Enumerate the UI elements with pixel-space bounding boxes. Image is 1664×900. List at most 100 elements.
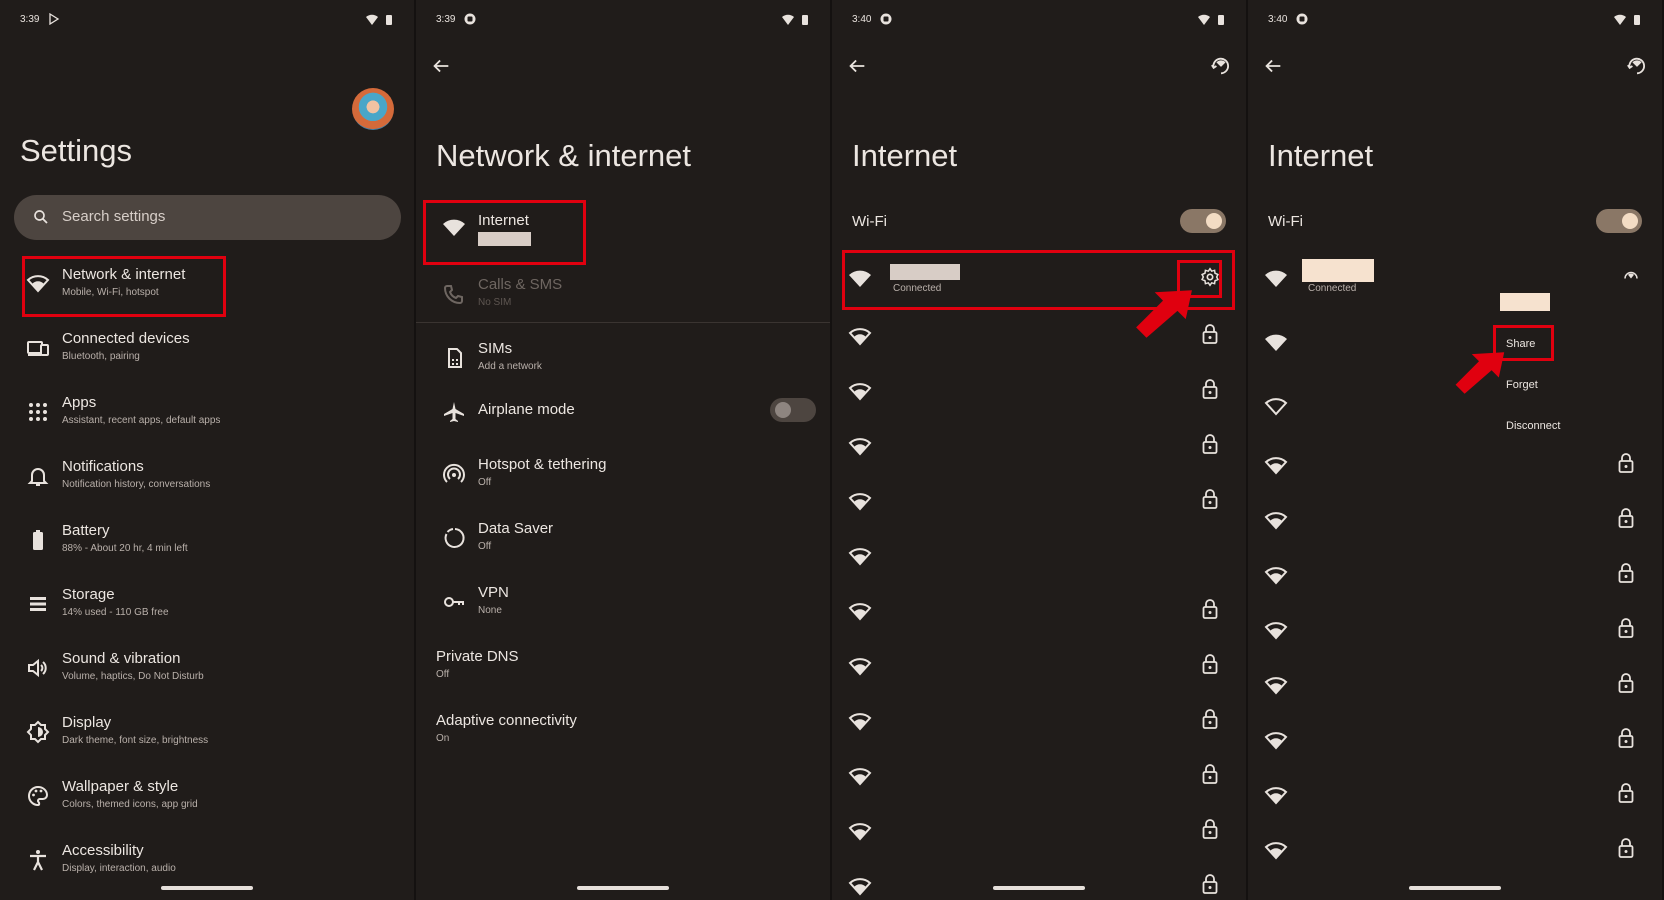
item-title: Connected devices [62,330,190,347]
wifi-signal-icon [1264,787,1288,805]
settings-item-storage[interactable]: Storage 14% used - 110 GB free [0,578,414,634]
notification-icon [880,13,892,25]
gesture-nav-bar[interactable] [577,886,669,890]
network-item-data-saver[interactable]: Data Saver Off [416,512,830,568]
wifi-signal-icon [848,658,872,676]
status-bar: 3:40 [852,13,1226,28]
item-subtitle: Notification history, conversations [62,479,211,490]
network-reset-icon[interactable] [1210,55,1232,77]
wifi-signal-icon [1264,567,1288,585]
profile-avatar[interactable] [352,88,394,130]
menu-forget[interactable]: Forget [1506,379,1538,391]
item-title: Wallpaper & style [62,778,179,795]
section-divider [416,322,830,323]
item-title: Display [62,714,112,731]
lock-icon [1618,838,1634,858]
wifi-signal-icon [848,713,872,731]
wifi-label: Wi-Fi [1268,213,1303,230]
back-arrow-icon[interactable] [430,55,452,77]
wifi-signal-icon [1264,677,1288,695]
network-item-private-dns[interactable]: Private DNS Off [416,640,830,696]
item-subtitle: Colors, themed icons, app grid [62,799,198,810]
wifi-label: Wi-Fi [852,213,887,230]
gesture-nav-bar[interactable] [993,886,1085,890]
search-bar[interactable]: Search settings [14,195,401,240]
wifi-toggle[interactable] [1596,209,1642,233]
network-item-calls-sms[interactable]: Calls & SMS No SIM [416,268,830,324]
settings-item-battery[interactable]: Battery 88% - About 20 hr, 4 min left [0,514,414,570]
devices-icon [27,341,49,356]
accessibility-icon [30,850,46,871]
item-title: Private DNS [436,648,519,665]
item-title: Storage [62,586,115,603]
wifi-signal-icon [848,768,872,786]
settings-item-connected-devices[interactable]: Connected devices Bluetooth, pairing [0,322,414,378]
item-title: Apps [62,394,97,411]
lock-icon [1202,764,1218,784]
back-arrow-icon[interactable] [846,55,868,77]
highlight-internet [423,200,586,265]
status-bar: 3:39 [20,13,394,28]
storage-icon [30,597,46,611]
brightness-icon [26,720,50,744]
page-title: Settings [20,133,133,168]
settings-item-wallpaper[interactable]: Wallpaper & style Colors, themed icons, … [0,770,414,826]
menu-disconnect[interactable]: Disconnect [1506,420,1560,432]
apps-grid-icon [29,403,47,421]
item-subtitle: Off [478,477,492,488]
settings-item-notifications[interactable]: Notifications Notification history, conv… [0,450,414,506]
item-title: Hotspot & tethering [478,456,607,473]
settings-item-accessibility[interactable]: Accessibility Display, interaction, audi… [0,834,414,890]
lock-icon [1618,563,1634,583]
lock-icon [1202,654,1218,674]
airplane-mode-toggle[interactable] [770,398,816,422]
wifi-signal-icon [848,493,872,511]
status-bar: 3:40 [1268,13,1642,28]
play-notification-icon [49,13,60,25]
toggle-knob [775,402,791,418]
network-reset-icon[interactable] [1626,55,1648,77]
lock-icon [1202,819,1218,839]
wifi-signal-icon [1264,622,1288,640]
redacted-network-name [1500,293,1550,311]
highlight-network-internet [22,256,226,317]
network-item-vpn[interactable]: VPN None [416,576,830,632]
item-subtitle: Add a network [478,361,542,372]
wifi-signal-icon [1265,270,1287,287]
wifi-toggle[interactable] [1180,209,1226,233]
lock-icon [1202,599,1218,619]
back-arrow-icon[interactable] [1262,55,1284,77]
lock-icon [1202,489,1218,509]
gesture-nav-bar[interactable] [161,886,253,890]
settings-item-sound[interactable]: Sound & vibration Volume, haptics, Do No… [0,642,414,698]
network-item-sims[interactable]: SIMs Add a network [416,332,830,388]
page-title: Internet [1268,138,1374,173]
status-time: 3:39 [436,14,456,25]
settings-item-apps[interactable]: Apps Assistant, recent apps, default app… [0,386,414,442]
search-icon [34,210,48,224]
item-title: Adaptive connectivity [436,712,577,729]
item-title: Battery [62,522,110,539]
settings-item-display[interactable]: Display Dark theme, font size, brightnes… [0,706,414,762]
network-options-menu: Share Forget Disconnect [1492,283,1662,445]
sim-card-icon [448,348,462,368]
wifi-signal-icon [848,823,872,841]
item-title: Airplane mode [478,401,575,418]
network-item-adaptive-connectivity[interactable]: Adaptive connectivity On [416,704,830,760]
search-placeholder: Search settings [62,208,166,225]
network-item-hotspot[interactable]: Hotspot & tethering Off [416,448,830,504]
wifi-signal-icon [848,548,872,566]
item-subtitle: None [478,605,502,616]
wifi-signal-icon [1264,732,1288,750]
item-title: SIMs [478,340,513,357]
palette-icon [28,785,49,807]
screenshot-strip: 3:39 Settings Search settings Network & … [0,0,1664,900]
wifi-battery-status-icon [1198,14,1224,25]
lock-icon [1618,453,1634,473]
settings-screen: 3:39 Settings Search settings Network & … [0,0,414,900]
wifi-signal-icon [848,603,872,621]
gesture-nav-bar[interactable] [1409,886,1501,890]
wifi-battery-status-icon [1614,14,1640,25]
item-subtitle: 14% used - 110 GB free [62,607,169,618]
network-item-airplane-mode[interactable]: Airplane mode [416,396,830,452]
